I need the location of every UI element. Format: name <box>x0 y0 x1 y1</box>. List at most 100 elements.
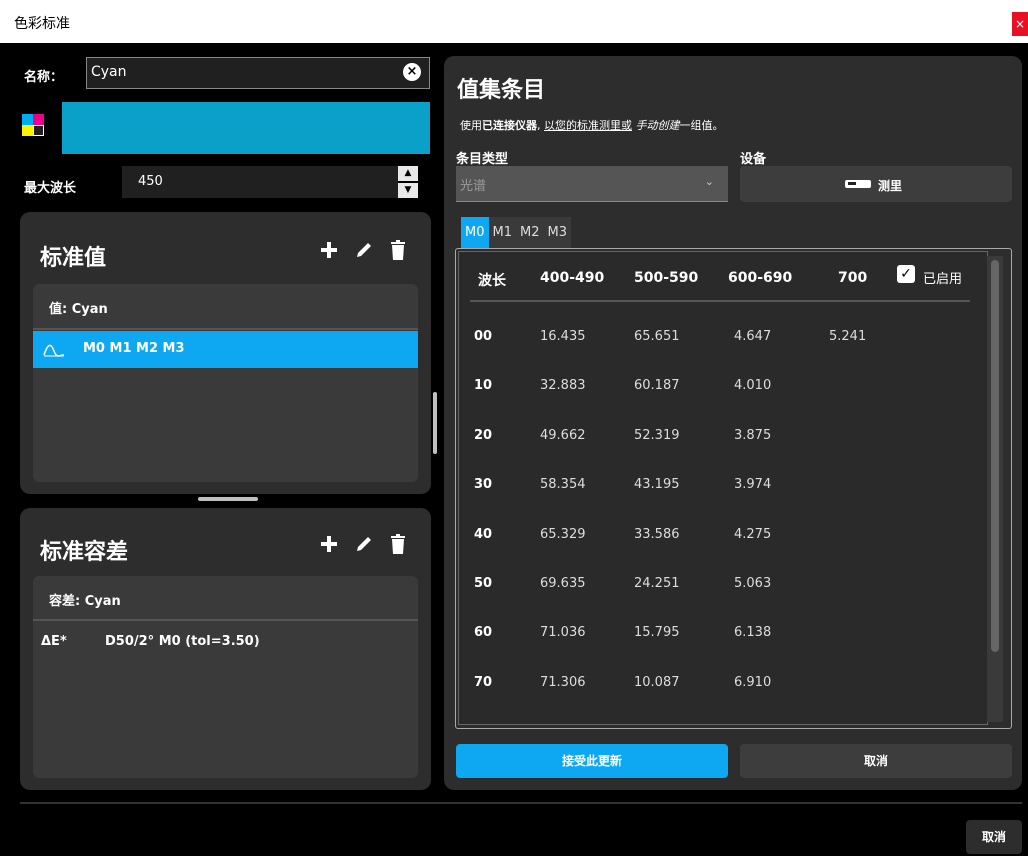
edit-icon[interactable] <box>354 240 374 264</box>
table-cell[interactable]: 43.195 <box>634 477 680 492</box>
chevron-down-icon: ⌄ <box>704 175 714 188</box>
tolerance-item-value: D50/2° M0 (tol=3.50) <box>105 634 260 649</box>
device-label: 设备 <box>740 152 767 167</box>
table-cell[interactable]: 16.435 <box>540 329 586 344</box>
table-cell[interactable]: 5.063 <box>734 576 771 591</box>
table-cell[interactable]: 71.036 <box>540 625 586 640</box>
color-swatch <box>62 102 430 154</box>
standard-values-title: 标准值 <box>40 245 107 271</box>
standard-values-toolbar <box>320 240 406 264</box>
table-cell[interactable]: 15.795 <box>634 625 680 640</box>
col-header-500-590: 500-590 <box>634 270 699 286</box>
instruction-connected: 已连接仪器 <box>482 119 537 132</box>
add-icon[interactable] <box>320 535 338 557</box>
tab-m0[interactable]: M0 <box>461 217 489 248</box>
tab-m3[interactable]: M3 <box>544 217 572 248</box>
row-label: 20 <box>474 428 493 443</box>
entry-type-label: 条目类型 <box>456 152 509 167</box>
stepper-down-icon[interactable]: ▼ <box>398 183 418 198</box>
table-cell[interactable]: 6.138 <box>734 625 771 640</box>
table-cell[interactable]: 4.275 <box>734 527 771 542</box>
max-wavelength-input[interactable]: 450 <box>122 166 398 198</box>
table-cell[interactable]: 71.306 <box>540 675 586 690</box>
values-divider <box>33 328 418 330</box>
tolerance-item[interactable]: ΔE* D50/2° M0 (tol=3.50) <box>33 626 418 656</box>
table-cell[interactable]: 4.010 <box>734 378 771 393</box>
entry-type-value: 光谱 <box>460 179 487 194</box>
table-cell[interactable]: 32.883 <box>540 378 586 393</box>
entry-type-select[interactable]: 光谱 ⌄ <box>456 166 728 202</box>
standard-values-list: 值: Cyan <box>33 284 418 482</box>
window-title: 色彩标准 <box>14 16 70 32</box>
instrument-icon <box>845 178 871 193</box>
col-header-600-690: 600-690 <box>728 270 793 286</box>
row-label: 30 <box>474 477 493 492</box>
table-header-divider <box>470 300 970 302</box>
tolerance-divider <box>33 619 418 621</box>
cancel-button[interactable]: 取消 <box>966 820 1022 854</box>
edit-icon[interactable] <box>354 534 374 558</box>
delete-icon[interactable] <box>390 534 406 558</box>
tab-m2[interactable]: M2 <box>516 217 544 248</box>
table-scrollbar-thumb[interactable] <box>991 260 999 652</box>
data-table-body <box>458 251 988 725</box>
accept-update-button[interactable]: 接受此更新 <box>456 744 728 778</box>
max-wavelength-label: 最大波长 <box>24 181 77 196</box>
stepper-up-icon[interactable]: ▲ <box>398 166 418 181</box>
table-cell[interactable]: 33.586 <box>634 527 680 542</box>
table-cell[interactable]: 6.910 <box>734 675 771 690</box>
instruction-suffix: 一组值。 <box>679 119 724 132</box>
table-cell[interactable]: 52.319 <box>634 428 680 443</box>
instruction-link[interactable]: 以您的标准测里或 <box>544 119 632 132</box>
col-header-700: 700 <box>838 270 868 286</box>
table-cell[interactable]: 4.647 <box>734 329 771 344</box>
instruction-manual[interactable]: 手动创建 <box>632 119 679 132</box>
tab-m1[interactable]: M1 <box>489 217 517 248</box>
max-wavelength-value: 450 <box>138 174 163 189</box>
measure-button[interactable]: 测里 <box>740 166 1012 202</box>
wavelength-stepper[interactable]: ▲ ▼ <box>398 166 418 198</box>
table-cell[interactable]: 65.329 <box>540 527 586 542</box>
vertical-splitter[interactable] <box>433 392 437 454</box>
footer-divider <box>20 802 1022 804</box>
instruction-sep: , <box>537 119 544 132</box>
value-set-title: 值集条目 <box>457 77 546 103</box>
name-label: 名称： <box>24 70 64 85</box>
tolerance-header: 容差: Cyan <box>49 594 121 609</box>
table-cell[interactable]: 69.635 <box>540 576 586 591</box>
list-item-label: M0 M1 M2 M3 <box>83 341 185 356</box>
tolerance-item-type: ΔE* <box>41 634 67 649</box>
col-header-wavelength: 波长 <box>478 273 506 289</box>
close-icon[interactable]: × <box>1012 12 1028 36</box>
horizontal-splitter[interactable] <box>198 497 258 501</box>
enabled-checkbox[interactable]: ✓ <box>897 265 915 283</box>
table-cell[interactable]: 3.875 <box>734 428 771 443</box>
table-cell[interactable]: 3.974 <box>734 477 771 492</box>
delete-icon[interactable] <box>390 240 406 264</box>
row-label: 00 <box>474 329 493 344</box>
row-label: 40 <box>474 527 493 542</box>
table-cell[interactable]: 65.651 <box>634 329 680 344</box>
enabled-label: 已启用 <box>923 272 963 287</box>
table-cell[interactable]: 60.187 <box>634 378 680 393</box>
table-cell[interactable]: 24.251 <box>634 576 680 591</box>
values-header: 值: Cyan <box>49 302 108 317</box>
table-cell[interactable]: 10.087 <box>634 675 680 690</box>
list-item-selected[interactable]: M0 M1 M2 M3 <box>33 331 418 368</box>
spectrum-icon <box>43 342 65 361</box>
name-input-value: Cyan <box>91 64 127 80</box>
title-bar: 色彩标准 × <box>0 0 1028 43</box>
clear-icon[interactable]: × <box>403 63 421 81</box>
color-picker-icon[interactable] <box>22 114 44 136</box>
cancel-update-button[interactable]: 取消 <box>740 744 1012 778</box>
col-header-400-490: 400-490 <box>540 270 605 286</box>
instruction-text: 使用已连接仪器, 以您的标准测里或 手动创建一组值。 <box>460 117 724 133</box>
tolerance-toolbar <box>320 534 406 558</box>
table-cell[interactable]: 49.662 <box>540 428 586 443</box>
add-icon[interactable] <box>320 241 338 263</box>
table-cell[interactable]: 5.241 <box>829 329 866 344</box>
table-cell[interactable]: 58.354 <box>540 477 586 492</box>
row-label: 70 <box>474 675 493 690</box>
name-input[interactable]: Cyan × <box>86 57 430 89</box>
measure-label: 测里 <box>878 179 903 193</box>
